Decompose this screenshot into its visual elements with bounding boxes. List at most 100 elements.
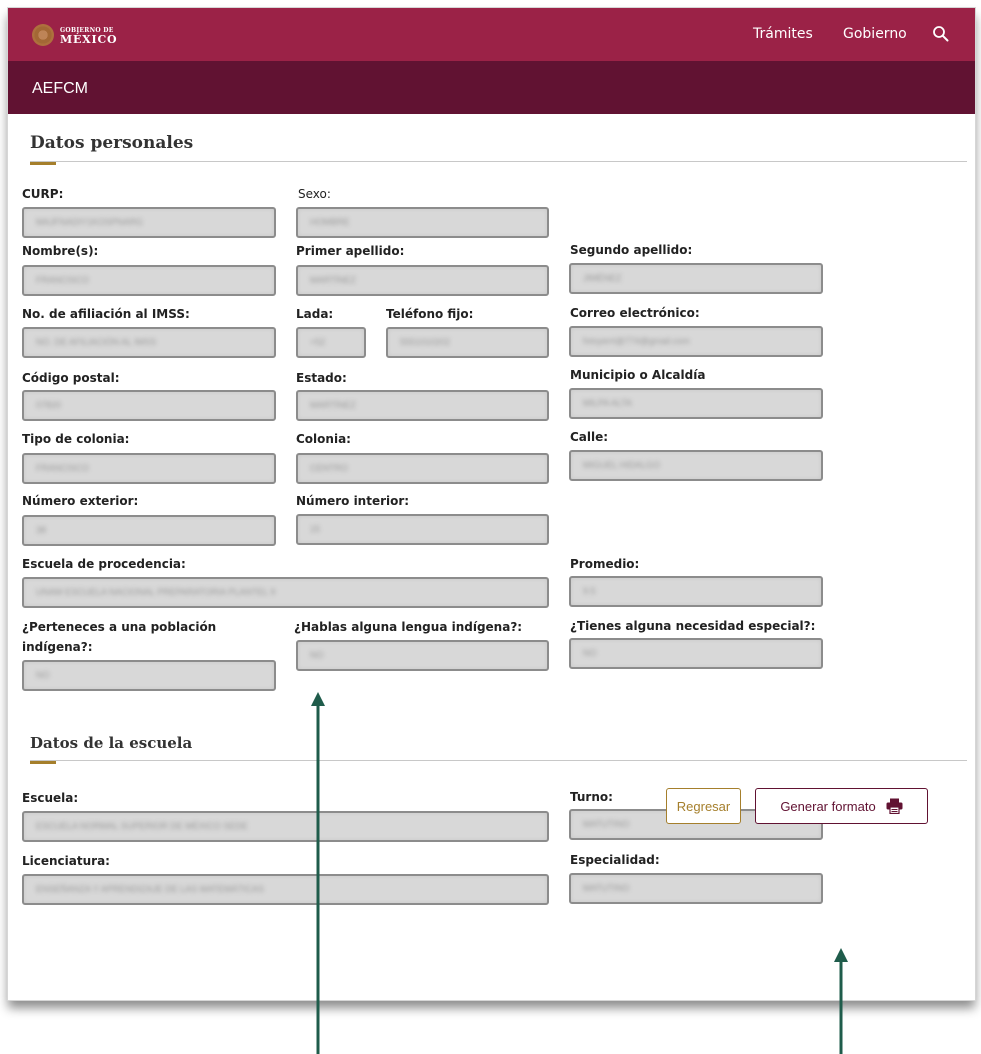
cp-label: Código postal: [22, 371, 120, 385]
telefono-value: 5551010202 [400, 337, 451, 347]
section-title-personal: Datos personales [30, 133, 194, 153]
municipio-value: MILPA ALTA [583, 398, 633, 408]
imss-field[interactable]: NO. DE AFILIACIÓN AL IMSS [22, 327, 276, 358]
telefono-field[interactable]: 5551010202 [386, 327, 549, 358]
page-title: AEFCM [32, 80, 88, 97]
tipo-colonia-label: Tipo de colonia: [22, 432, 130, 446]
indigena-label-line2: indígena?: [22, 640, 93, 654]
imss-value: NO. DE AFILIACIÓN AL IMSS [36, 337, 157, 347]
municipio-label: Municipio o Alcaldía [570, 368, 706, 382]
section-divider [30, 760, 967, 761]
segundo-apellido-label: Segundo apellido: [570, 243, 693, 257]
curp-label: CURP: [22, 187, 64, 201]
annotation-arrow [311, 692, 325, 1054]
escuela-field[interactable]: ESCUELA NORMAL SUPERIOR DE MÉXICO SEDE [22, 811, 549, 842]
calle-value: MIGUEL HIDALGO [583, 460, 661, 470]
seal-icon [32, 24, 54, 46]
necesidad-field[interactable]: NO [569, 638, 823, 669]
nombre-field[interactable]: FRANCISCO [22, 265, 276, 296]
estado-value: MARTÍNEZ [310, 400, 356, 410]
licenciatura-field[interactable]: ENSEÑANZA Y APRENDIZAJE DE LAS MATEMÁTIC… [22, 874, 549, 905]
especialidad-value: MATUTINO [583, 883, 630, 893]
generar-label: Generar formato [780, 798, 876, 814]
printer-icon [886, 798, 903, 814]
indigena-value: NO [36, 670, 50, 680]
calle-label: Calle: [570, 430, 609, 444]
lengua-value: NO [310, 650, 324, 660]
estado-field[interactable]: MARTÍNEZ [296, 390, 549, 421]
turno-label: Turno: [570, 790, 613, 804]
turno-value: MATUTINO [583, 819, 630, 829]
necesidad-value: NO [583, 648, 597, 658]
licenciatura-label: Licenciatura: [22, 854, 110, 868]
segundo-apellido-value: JIMÉNEZ [583, 273, 622, 283]
promedio-label: Promedio: [570, 557, 640, 571]
logo-line2: MÉXICO [60, 33, 118, 46]
colonia-field[interactable]: CENTRO [296, 453, 549, 484]
lada-label: Lada: [296, 307, 334, 321]
section-divider [30, 161, 967, 162]
tipo-colonia-value: FRANCISCO [36, 463, 90, 473]
promedio-field[interactable]: 9.5 [569, 576, 823, 607]
telefono-label: Teléfono fijo: [386, 307, 474, 321]
correo-value: fvtoyerrt@774@gmail.com [583, 336, 690, 346]
especialidad-field[interactable]: MATUTINO [569, 873, 823, 904]
section-accent [30, 162, 56, 165]
search-icon[interactable] [932, 25, 950, 43]
primer-apellido-label: Primer apellido: [296, 244, 405, 258]
escuela-procedencia-field[interactable]: UNAM ESCUELA NACIONAL PREPARATORIA PLANT… [22, 577, 549, 608]
escuela-value: ESCUELA NORMAL SUPERIOR DE MÉXICO SEDE [36, 821, 248, 831]
generar-formato-button[interactable]: Generar formato [755, 788, 928, 824]
num-ext-field[interactable]: 38 [22, 515, 276, 546]
colonia-label: Colonia: [296, 432, 351, 446]
tipo-colonia-field[interactable]: FRANCISCO [22, 453, 276, 484]
sub-header: AEFCM [8, 61, 975, 114]
num-ext-label: Número exterior: [22, 494, 139, 508]
escuela-label: Escuela: [22, 791, 79, 805]
primer-apellido-field[interactable]: MARTÍNEZ [296, 265, 549, 296]
sexo-field[interactable]: HOMBRE [296, 207, 549, 238]
licenciatura-value: ENSEÑANZA Y APRENDIZAJE DE LAS MATEMÁTIC… [36, 884, 265, 894]
cp-value: 07820 [36, 400, 62, 410]
primer-apellido-value: MARTÍNEZ [310, 275, 356, 285]
segundo-apellido-field[interactable]: JIMÉNEZ [569, 263, 823, 294]
especialidad-label: Especialidad: [570, 853, 660, 867]
cp-field[interactable]: 07820 [22, 390, 276, 421]
curp-value: MAJFNADIY1KOSPNARG [36, 217, 144, 227]
nav-link-gobierno[interactable]: Gobierno [843, 26, 907, 42]
curp-field[interactable]: MAJFNADIY1KOSPNARG [22, 207, 276, 238]
sexo-label: Sexo: [298, 187, 331, 201]
imss-label: No. de afiliación al IMSS: [22, 307, 190, 321]
section-title-school: Datos de la escuela [30, 734, 193, 752]
top-navbar: GOBIERNO DE MÉXICO Trámites Gobierno [8, 8, 975, 61]
calle-field[interactable]: MIGUEL HIDALGO [569, 450, 823, 481]
necesidad-label: ¿Tienes alguna necesidad especial?: [570, 619, 816, 633]
estado-label: Estado: [296, 371, 347, 385]
lada-field[interactable]: +52 [296, 327, 366, 358]
escuela-procedencia-label: Escuela de procedencia: [22, 557, 186, 571]
lengua-field[interactable]: NO [296, 640, 549, 671]
page-frame: GOBIERNO DE MÉXICO Trámites Gobierno AEF… [8, 8, 975, 1000]
regresar-button[interactable]: Regresar [666, 788, 741, 824]
nav-link-tramites[interactable]: Trámites [753, 26, 813, 42]
num-int-value: 15 [310, 524, 321, 534]
annotation-arrow [834, 948, 848, 1054]
indigena-field[interactable]: NO [22, 660, 276, 691]
nombre-label: Nombre(s): [22, 244, 99, 258]
section-accent [30, 761, 56, 764]
lada-value: +52 [310, 337, 326, 347]
municipio-field[interactable]: MILPA ALTA [569, 388, 823, 419]
escuela-procedencia-value: UNAM ESCUELA NACIONAL PREPARATORIA PLANT… [36, 587, 276, 597]
gobierno-logo[interactable]: GOBIERNO DE MÉXICO [32, 24, 117, 46]
sexo-value: HOMBRE [310, 217, 350, 227]
correo-field[interactable]: fvtoyerrt@774@gmail.com [569, 326, 823, 357]
num-ext-value: 38 [36, 525, 47, 535]
promedio-value: 9.5 [583, 586, 596, 596]
lengua-label: ¿Hablas alguna lengua indígena?: [294, 620, 523, 634]
colonia-value: CENTRO [310, 463, 348, 473]
num-int-label: Número interior: [296, 494, 410, 508]
nombre-value: FRANCISCO [36, 275, 90, 285]
regresar-label: Regresar [676, 798, 731, 814]
num-int-field[interactable]: 15 [296, 514, 549, 545]
correo-label: Correo electrónico: [570, 306, 700, 320]
